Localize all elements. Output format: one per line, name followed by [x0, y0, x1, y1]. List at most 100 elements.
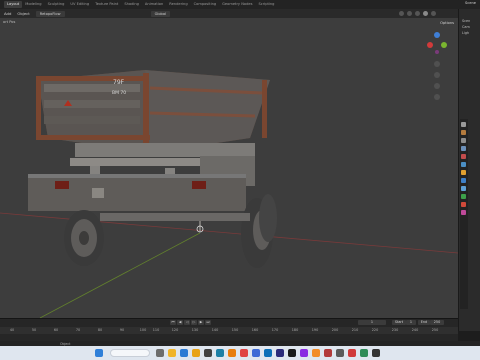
tab-geometry-nodes[interactable]: Geometry Nodes: [219, 1, 255, 8]
view-layer-tab-icon[interactable]: [461, 146, 466, 151]
tab-layout[interactable]: Layout: [4, 1, 23, 8]
current-frame-field[interactable]: 1: [358, 320, 386, 325]
tab-modeling[interactable]: Modeling: [22, 1, 44, 8]
xray-icon[interactable]: [407, 10, 412, 16]
particles-tab-icon[interactable]: [461, 186, 466, 191]
play-reverse-button[interactable]: ◁: [184, 320, 190, 325]
next-keyframe-button[interactable]: ▶: [198, 320, 204, 325]
app-icon-2[interactable]: [216, 349, 224, 357]
scene-tab-icon[interactable]: [461, 154, 466, 159]
viewport-scene: 79F BM 70: [0, 32, 458, 318]
world-tab-icon[interactable]: [461, 162, 466, 167]
render-tab-icon[interactable]: [461, 130, 466, 135]
tick-label: 240: [411, 328, 419, 332]
tick-label: 220: [371, 328, 379, 332]
tick-label: 250: [431, 328, 439, 332]
taskbar-search[interactable]: [110, 349, 150, 357]
tick-label: 60: [53, 328, 59, 332]
tick-label: 90: [119, 328, 125, 332]
object-menu[interactable]: Object: [17, 11, 29, 16]
windows-start-icon[interactable]: [95, 349, 103, 357]
tick-label: 50: [31, 328, 37, 332]
tab-compositing[interactable]: Compositing: [191, 1, 220, 8]
status-object-label: Object: [60, 341, 71, 346]
transform-orientation-select[interactable]: Global: [150, 10, 171, 17]
blender-taskbar-icon[interactable]: [228, 349, 236, 357]
jump-end-button[interactable]: ⏭: [205, 320, 211, 325]
task-view-icon[interactable]: [156, 349, 164, 357]
chrome-icon[interactable]: [192, 349, 200, 357]
jump-start-button[interactable]: ⏮: [170, 320, 176, 325]
tab-rendering[interactable]: Rendering: [166, 1, 190, 8]
physics-tab-icon[interactable]: [461, 194, 466, 199]
start-frame-field[interactable]: 1: [406, 320, 416, 325]
app-icon-9[interactable]: [372, 349, 380, 357]
premiere-icon[interactable]: [300, 349, 308, 357]
scene-label[interactable]: Scene: [465, 1, 476, 5]
retopoflow-menu[interactable]: RetopoFlow: [35, 10, 65, 17]
acrobat-icon[interactable]: [324, 349, 332, 357]
workspace-tabs: Layout Modeling Sculpting UV Editing Tex…: [4, 0, 277, 9]
properties-panel[interactable]: Scen Cam Ligh: [458, 9, 480, 331]
solid-shading-icon[interactable]: [415, 10, 420, 16]
tick-label: 70: [75, 328, 81, 332]
tick-label: 210: [351, 328, 359, 332]
tab-uv-editing[interactable]: UV Editing: [67, 1, 92, 8]
tab-texture-paint[interactable]: Texture Paint: [92, 1, 121, 8]
trailer-model[interactable]: 79F BM 70: [28, 70, 277, 268]
start-label: Start: [392, 320, 406, 325]
viewport-nav-buttons[interactable]: [434, 61, 440, 100]
top-menu-bar: Layout Modeling Sculpting UV Editing Tex…: [0, 0, 480, 9]
tick-label: 110: [152, 328, 160, 332]
after-effects-icon[interactable]: [276, 349, 284, 357]
play-button[interactable]: ▷: [191, 320, 197, 325]
app-icon-6[interactable]: [336, 349, 344, 357]
navigation-gizmo[interactable]: [427, 32, 447, 54]
object-tab-icon[interactable]: [461, 170, 466, 175]
prev-keyframe-button[interactable]: ◀: [177, 320, 183, 325]
app-icon-7[interactable]: [348, 349, 356, 357]
crate-text-1: 79F: [113, 79, 125, 86]
app-icon-5[interactable]: [288, 349, 296, 357]
rendered-shading-icon[interactable]: [431, 10, 436, 16]
output-tab-icon[interactable]: [461, 138, 466, 143]
add-menu[interactable]: Add: [4, 11, 11, 16]
tab-animation[interactable]: Animation: [142, 1, 166, 8]
end-frame-field[interactable]: 250: [430, 320, 444, 325]
modifier-tab-icon[interactable]: [461, 178, 466, 183]
tool-tab-icon[interactable]: [461, 122, 466, 127]
edge-icon[interactable]: [180, 349, 188, 357]
viewport-header: Add Object RetopoFlow Global: [0, 9, 460, 18]
tab-scripting[interactable]: Scripting: [255, 1, 277, 8]
os-taskbar: [0, 346, 480, 360]
crate-text-2: BM 70: [112, 90, 126, 96]
outliner-label-3: Ligh: [462, 31, 470, 35]
end-label: End: [418, 320, 430, 325]
texture-tab-icon[interactable]: [461, 210, 466, 215]
app-icon-4[interactable]: [252, 349, 260, 357]
file-explorer-icon[interactable]: [168, 349, 176, 357]
tick-label: 170: [271, 328, 279, 332]
material-shading-icon[interactable]: [423, 10, 428, 16]
overlay-icon[interactable]: [399, 10, 404, 16]
tab-shading[interactable]: Shading: [121, 1, 142, 8]
tick-label: 80: [97, 328, 103, 332]
material-tab-icon[interactable]: [461, 202, 466, 207]
app-icon-1[interactable]: [204, 349, 212, 357]
timeline-panel[interactable]: ⏮ ◀ ◁ ▷ ▶ ⏭ 1 Start 1 End 250 40 50 60 7…: [0, 318, 458, 341]
3d-viewport[interactable]: ort Pos Options 79F BM 70: [0, 18, 458, 318]
tick-label: 120: [171, 328, 179, 332]
tick-label: 200: [331, 328, 339, 332]
app-icon-8[interactable]: [360, 349, 368, 357]
timeline-ruler[interactable]: 40 50 60 70 80 90 100 110 120 130 140 15…: [0, 327, 458, 334]
tick-label: 190: [311, 328, 319, 332]
photoshop-icon[interactable]: [264, 349, 272, 357]
tick-label: 150: [231, 328, 239, 332]
illustrator-icon[interactable]: [312, 349, 320, 357]
y-axis-line: [39, 232, 201, 318]
app-icon-3[interactable]: [240, 349, 248, 357]
shading-controls: [399, 10, 436, 16]
tick-label: 180: [291, 328, 299, 332]
tick-label: 140: [211, 328, 219, 332]
tab-sculpting[interactable]: Sculpting: [45, 1, 68, 8]
